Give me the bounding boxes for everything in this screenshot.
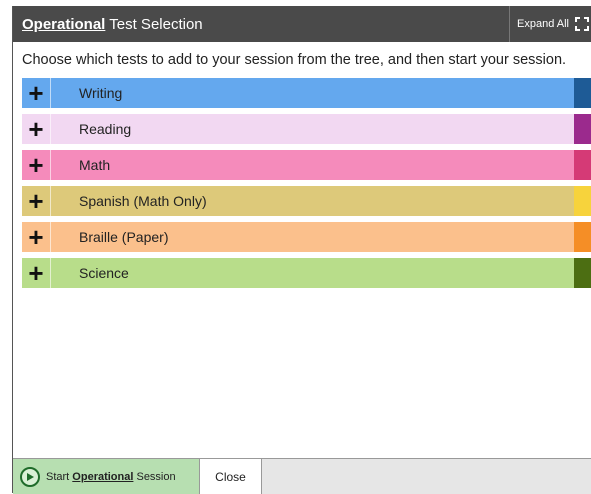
color-swatch [574,186,591,216]
color-swatch [574,150,591,180]
expand-all-label: Expand All [517,18,569,30]
close-button[interactable]: Close [200,459,262,494]
test-row-label: Math [50,150,574,180]
test-row-label: Reading [50,114,574,144]
dialog-titlebar: Operational Test Selection Expand All [13,6,591,42]
play-circle-icon [20,466,40,487]
color-swatch [574,222,591,252]
test-row-label: Braille (Paper) [50,222,574,252]
plus-icon[interactable]: + [22,186,50,216]
start-session-label: Start Operational Session [46,470,176,483]
plus-icon[interactable]: + [22,222,50,252]
test-selection-dialog: Operational Test Selection Expand All Ch… [12,6,591,494]
title-keyword: Operational [22,16,106,33]
test-row-writing[interactable]: + Writing [22,78,591,108]
color-swatch [574,114,591,144]
plus-icon[interactable]: + [22,78,50,108]
instructions-text: Choose which tests to add to your sessio… [22,52,567,68]
expand-arrows-icon [574,17,589,31]
color-swatch [574,78,591,108]
test-row-label: Science [50,258,574,288]
test-row-label: Spanish (Math Only) [50,186,574,216]
test-row-math[interactable]: + Math [22,150,591,180]
color-swatch [574,258,591,288]
expand-all-button[interactable]: Expand All [509,6,591,42]
title-text: Test Selection [105,16,203,33]
dialog-title: Operational Test Selection [22,16,203,33]
test-row-label: Writing [50,78,574,108]
plus-icon[interactable]: + [22,114,50,144]
test-row-spanish-math-only[interactable]: + Spanish (Math Only) [22,186,591,216]
plus-icon[interactable]: + [22,258,50,288]
start-session-button[interactable]: Start Operational Session [13,459,200,494]
dialog-footer: Start Operational Session Close [13,458,591,494]
test-row-braille-paper[interactable]: + Braille (Paper) [22,222,591,252]
test-row-science[interactable]: + Science [22,258,591,288]
test-row-reading[interactable]: + Reading [22,114,591,144]
test-tree: + Writing + Reading + Math + Spanish (Math Only… [22,78,591,294]
plus-icon[interactable]: + [22,150,50,180]
